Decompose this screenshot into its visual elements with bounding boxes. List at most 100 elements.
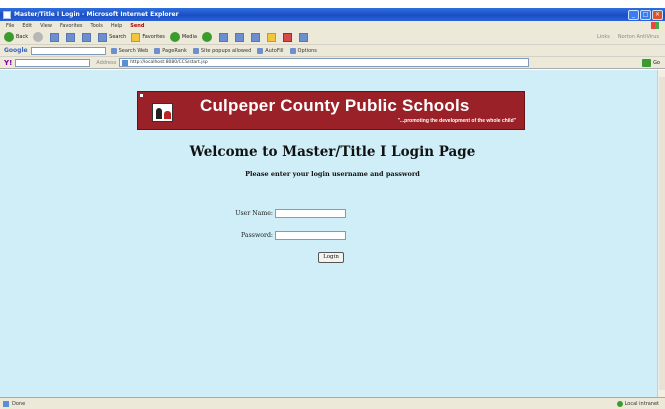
- adult-figure-icon: [156, 108, 162, 119]
- menu-file[interactable]: File: [6, 23, 14, 29]
- mail-button[interactable]: [218, 32, 230, 42]
- password-label: Password:: [241, 232, 273, 239]
- menu-favorites[interactable]: Favorites: [60, 23, 83, 29]
- google-toolbar: Google Search Web PageRank Site popups a…: [0, 45, 665, 57]
- messenger-button[interactable]: [282, 32, 294, 42]
- options-label: Options: [297, 47, 317, 54]
- yahoo-logo[interactable]: Y!: [4, 59, 12, 67]
- page-status-icon: [3, 400, 9, 407]
- favorites-button[interactable]: Favorites: [131, 32, 165, 42]
- menu-bar: File Edit View Favorites Tools Help Send: [0, 21, 665, 30]
- popup-blocker-button[interactable]: Site popups allowed: [192, 47, 251, 54]
- research-button[interactable]: [298, 32, 310, 42]
- page-icon: [122, 59, 129, 66]
- go-button[interactable]: Go: [642, 58, 660, 67]
- password-field[interactable]: [275, 231, 346, 240]
- folder-button[interactable]: [266, 32, 278, 42]
- status-text: Done: [12, 400, 26, 407]
- options-icon: [289, 47, 296, 54]
- minimize-button[interactable]: _: [628, 9, 639, 20]
- autofill-icon: [257, 47, 264, 54]
- menu-edit[interactable]: Edit: [22, 23, 32, 29]
- media-label: Media: [181, 34, 197, 40]
- status-bar: Done Local intranet: [0, 397, 665, 409]
- back-arrow-icon: [4, 32, 14, 42]
- windows-logo-icon: [651, 22, 659, 29]
- password-row: Password:: [233, 231, 346, 240]
- intranet-icon: [616, 400, 623, 407]
- links-label[interactable]: Links: [597, 34, 610, 40]
- stop-icon: [50, 32, 60, 42]
- favorites-label: Favorites: [142, 34, 165, 40]
- history-button[interactable]: [201, 32, 214, 42]
- edit-button[interactable]: [250, 32, 262, 42]
- zone-label: Local intranet: [624, 400, 659, 407]
- child-figure-icon: [164, 111, 171, 119]
- go-label: Go: [653, 59, 660, 66]
- yahoo-search-input[interactable]: [15, 58, 91, 67]
- search-button[interactable]: Search: [98, 32, 127, 42]
- address-toolbar: Y! Address http://localhost:8080/CCS/sta…: [0, 57, 665, 69]
- messenger-icon: [282, 32, 292, 42]
- forward-arrow-icon: [33, 32, 44, 42]
- banner-title: Culpeper County Public Schools: [200, 96, 470, 115]
- window-title-bar: Master/Title I Login - Microsoft Interne…: [0, 8, 665, 21]
- pagerank-label: PageRank: [162, 47, 187, 54]
- media-button[interactable]: Media: [169, 32, 197, 42]
- options-button[interactable]: Options: [289, 47, 317, 54]
- page-title: Welcome to Master/Title I Login Page: [189, 144, 476, 160]
- norton-antivirus-label[interactable]: Norton AntiVirus: [618, 34, 659, 40]
- scrollbar-thumb[interactable]: [659, 77, 665, 390]
- forward-button[interactable]: [33, 32, 45, 42]
- pagerank-indicator[interactable]: PageRank: [154, 47, 187, 54]
- page-instructions: Please enter your login username and pas…: [245, 170, 420, 178]
- security-zone: Local intranet: [616, 400, 659, 407]
- menu-tools[interactable]: Tools: [91, 23, 103, 29]
- back-label: Back: [16, 34, 29, 40]
- google-logo[interactable]: Google: [4, 47, 28, 54]
- edit-icon: [250, 32, 260, 42]
- pagerank-icon: [154, 47, 161, 54]
- address-input[interactable]: http://localhost:8080/CCS/start.jsp: [119, 58, 530, 67]
- back-button[interactable]: Back: [4, 32, 28, 42]
- close-button[interactable]: ×: [652, 9, 663, 20]
- username-label: User Name:: [235, 210, 273, 217]
- stop-button[interactable]: [50, 32, 61, 42]
- vertical-scrollbar[interactable]: [657, 70, 665, 397]
- research-icon: [298, 32, 308, 42]
- search-web-label: Search Web: [118, 47, 149, 54]
- print-icon: [234, 32, 244, 42]
- go-arrow-icon: [642, 58, 652, 67]
- window-controls: _ □ ×: [628, 9, 663, 20]
- username-row: User Name:: [233, 209, 346, 218]
- popup-icon: [192, 47, 199, 54]
- google-search-input[interactable]: [30, 46, 106, 55]
- login-button[interactable]: Login: [318, 252, 344, 263]
- autofill-button[interactable]: AutoFill: [257, 47, 284, 54]
- home-button[interactable]: [82, 32, 93, 42]
- search-label: Search: [109, 34, 127, 40]
- banner-tagline: "...promoting the development of the who…: [397, 118, 516, 124]
- mail-icon: [218, 32, 228, 42]
- print-button[interactable]: [234, 32, 246, 42]
- window-title: Master/Title I Login - Microsoft Interne…: [14, 11, 179, 18]
- ie-icon: [3, 10, 11, 19]
- search-web-button[interactable]: Search Web: [110, 47, 149, 54]
- home-icon: [82, 32, 92, 42]
- refresh-button[interactable]: [66, 32, 77, 42]
- star-icon: [131, 32, 141, 42]
- address-url: http://localhost:8080/CCS/start.jsp: [130, 60, 208, 65]
- username-field[interactable]: [275, 209, 346, 218]
- autofill-label: AutoFill: [265, 47, 284, 54]
- menu-help[interactable]: Help: [111, 23, 122, 29]
- history-icon: [201, 32, 212, 42]
- address-label: Address: [96, 59, 117, 66]
- send-button[interactable]: Send: [130, 23, 144, 29]
- refresh-icon: [66, 32, 76, 42]
- folder-icon: [266, 32, 276, 42]
- maximize-button[interactable]: □: [640, 9, 651, 20]
- binoculars-icon: [110, 47, 117, 54]
- menu-view[interactable]: View: [40, 23, 52, 29]
- banner-corner-mark: [140, 94, 143, 97]
- school-banner: Culpeper County Public Schools "...promo…: [137, 91, 525, 130]
